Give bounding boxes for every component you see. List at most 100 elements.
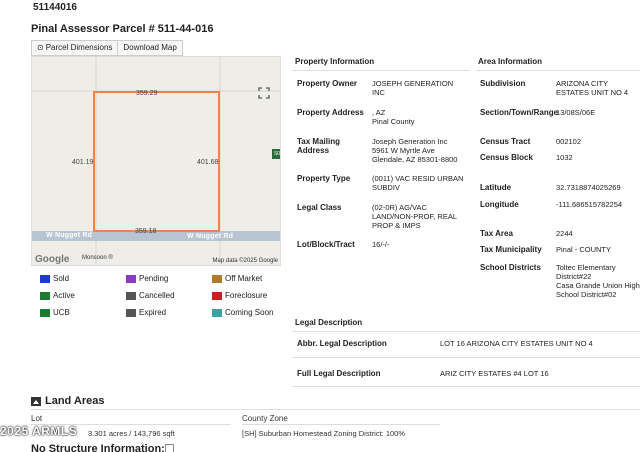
map-pin-icon xyxy=(40,291,50,300)
page-title: Pinal Assessor Parcel # 511-44-016 xyxy=(31,23,214,35)
legal-class-value: (02-0R) AG/VAC LAND/NON-PROF, REAL PROP … xyxy=(372,203,457,230)
lot-block-tract-label: Lot/Block/Tract xyxy=(297,240,355,249)
legend-item: Off Market xyxy=(212,273,292,284)
divider xyxy=(292,70,470,71)
listing-id: 51144016 xyxy=(33,2,77,13)
divider xyxy=(292,331,640,332)
abbr-legal-label: Abbr. Legal Description xyxy=(297,339,387,348)
legend-label: Off Market xyxy=(225,274,263,283)
school-districts-value: Toltec Elementary District#22 Casa Grand… xyxy=(556,263,640,299)
tax-area-value: 2244 xyxy=(556,229,573,238)
map-pin-icon xyxy=(126,308,136,317)
legend-label: Active xyxy=(53,291,75,300)
road-label: W Nugget Rd xyxy=(187,233,234,240)
area-info-title: Area Information xyxy=(478,57,543,66)
no-structure-checkbox[interactable] xyxy=(165,444,174,452)
download-map-button[interactable]: Download Map xyxy=(118,41,181,55)
lot-value: 3.301 acres / 143,796 sqft xyxy=(88,429,175,438)
lot-label: Lot xyxy=(31,414,43,423)
dimension-right: 401.68 xyxy=(197,159,219,166)
legend-label: UCB xyxy=(53,308,70,317)
map-pin-icon xyxy=(126,274,136,283)
legend-item: Active xyxy=(40,290,126,301)
property-type-value: (0011) VAC RESID URBAN SUBDIV xyxy=(372,174,464,192)
section-town-range-label: Section/Town/Range xyxy=(480,108,559,117)
latitude-value: 32.7318874025269 xyxy=(556,183,621,192)
divider xyxy=(31,409,640,410)
tax-municipality-label: Tax Municipality xyxy=(480,245,542,254)
census-block-label: Census Block xyxy=(480,153,533,162)
census-tract-label: Census Tract xyxy=(480,137,531,146)
lot-block-tract-value: 16/-/- xyxy=(372,240,390,249)
map-data-attribution: Map data ©2025 Google xyxy=(212,258,278,264)
land-areas-header: Land Areas xyxy=(31,395,105,407)
latitude-label: Latitude xyxy=(480,183,512,192)
legal-description-title: Legal Description xyxy=(295,318,363,327)
legend-item: Sold xyxy=(40,273,126,284)
legend-item: Foreclosure xyxy=(212,290,292,301)
tax-mailing-address-label: Tax Mailing Address xyxy=(297,137,340,155)
subdivision-label: Subdivision xyxy=(480,79,526,88)
legend-item: UCB xyxy=(40,307,126,318)
legend-label: Pending xyxy=(139,274,169,283)
full-legal-value: ARIZ CITY ESTATES #4 LOT 16 xyxy=(440,369,549,378)
legend-label: Sold xyxy=(53,274,70,283)
status-legend: Sold Pending Off Market Active Cancelled… xyxy=(40,273,280,318)
abbr-legal-value: LOT 16 ARIZONA CITY ESTATES UNIT NO 4 xyxy=(440,339,593,348)
tax-area-label: Tax Area xyxy=(480,229,513,238)
subdivision-value: ARIZONA CITY ESTATES UNIT NO 4 xyxy=(556,79,629,97)
legend-item: Coming Soon xyxy=(212,307,292,318)
county-zone-value: [SH] Suburban Homestead Zoning District:… xyxy=(242,429,405,438)
legend-label: Cancelled xyxy=(139,291,175,300)
divider xyxy=(242,424,440,425)
map-pin-icon xyxy=(40,274,50,283)
google-logo: Google xyxy=(35,254,70,265)
tax-municipality-value: Pinal - COUNTY xyxy=(556,245,612,254)
dimension-bottom: 359.18 xyxy=(135,228,157,235)
dimension-left: 401.19 xyxy=(72,159,94,166)
property-address-label: Property Address xyxy=(297,108,364,117)
parcel-map[interactable]: 359.29 401.19 401.68 359.18 W Nugget Rd … xyxy=(31,56,281,266)
divider xyxy=(292,386,640,387)
divider xyxy=(292,357,640,358)
image-icon xyxy=(31,396,41,406)
longitude-label: Longitude xyxy=(480,200,519,209)
legend-label: Foreclosure xyxy=(225,291,268,300)
map-tag: S0 xyxy=(272,149,281,159)
map-toolbar: ⊙ Parcel Dimensions Download Map xyxy=(31,40,183,56)
map-pin-icon xyxy=(40,308,50,317)
legend-item: Expired xyxy=(126,307,212,318)
map-pin-icon xyxy=(212,291,222,300)
census-block-value: 1032 xyxy=(556,153,573,162)
parcel-dimensions-label: Parcel Dimensions xyxy=(45,43,113,52)
full-legal-label: Full Legal Description xyxy=(297,369,381,378)
county-zone-label: County Zone xyxy=(242,414,288,423)
school-districts-label: School Districts xyxy=(480,263,541,272)
settings-circle-icon: ⊙ xyxy=(37,43,44,52)
legend-item: Pending xyxy=(126,273,212,284)
watermark: 2025 ARMLS xyxy=(0,424,78,438)
divider xyxy=(476,70,640,71)
property-type-label: Property Type xyxy=(297,174,351,183)
property-info-title: Property Information xyxy=(295,57,375,66)
map-pin-icon xyxy=(212,274,222,283)
road-label: W Nugget Rd xyxy=(46,232,93,239)
legend-label: Coming Soon xyxy=(225,308,274,317)
monsoon-label: Monsoon ® xyxy=(82,255,113,261)
no-structure-label: No Structure Information: xyxy=(31,443,165,452)
map-pin-icon xyxy=(212,308,222,317)
property-owner-label: Property Owner xyxy=(297,79,358,88)
legend-item: Cancelled xyxy=(126,290,212,301)
land-areas-title: Land Areas xyxy=(45,395,105,407)
section-town-range-value: 13/08S/06E xyxy=(556,108,596,117)
map-pin-icon xyxy=(126,291,136,300)
census-tract-value: 002102 xyxy=(556,137,582,146)
parcel-dimensions-button[interactable]: ⊙ Parcel Dimensions xyxy=(32,41,119,55)
tax-mailing-address-value: Joseph Generation Inc 5961 W Myrtle Ave … xyxy=(372,137,458,164)
longitude-value: -111.686515782254 xyxy=(556,200,623,209)
dimension-top: 359.29 xyxy=(136,90,158,97)
legend-label: Expired xyxy=(139,308,167,317)
fullscreen-icon[interactable] xyxy=(258,87,270,99)
legal-class-label: Legal Class xyxy=(297,203,342,212)
property-address-value: , AZ Pinal County xyxy=(372,108,415,126)
